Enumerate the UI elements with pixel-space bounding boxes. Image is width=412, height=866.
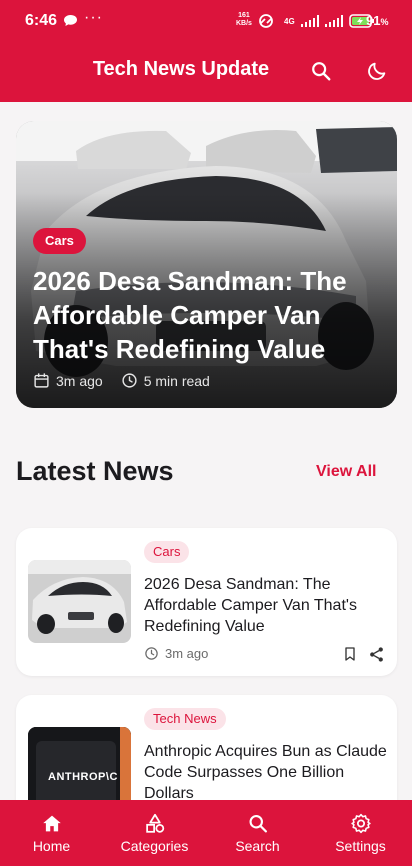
news-category-chip[interactable]: Tech News [144, 708, 226, 730]
dark-mode-toggle[interactable] [361, 55, 393, 87]
thumbnail-text: ANTHROP\C [48, 771, 118, 783]
featured-date: 3m ago [33, 372, 103, 389]
featured-meta: 3m ago 5 min read [33, 372, 228, 389]
home-icon [42, 815, 61, 832]
news-title: 2026 Desa Sandman: The Affordable Camper… [144, 576, 357, 635]
featured-read-time: 5 min read [121, 372, 210, 389]
search-icon [249, 815, 267, 833]
status-time: 6:46 [25, 12, 58, 29]
bottom-navigation: Home Categories Search Settings [0, 800, 412, 866]
chat-bubble-icon [64, 15, 77, 26]
featured-article-card[interactable]: Cars 2026 Desa Sandman: The Affordable C… [16, 121, 397, 408]
featured-title: 2026 Desa Sandman: The Affordable Camper… [33, 266, 347, 364]
search-icon [312, 62, 331, 81]
clock-icon [122, 373, 137, 388]
nav-categories[interactable]: Categories [103, 800, 206, 866]
status-bar: 6:46 ··· 161 KB/s 4G 91% [0, 0, 412, 42]
car-thumbnail-image [28, 560, 131, 643]
top-app-bar: 6:46 ··· 161 KB/s 4G 91% Tech News Updat… [0, 0, 412, 102]
news-thumbnail [28, 560, 131, 643]
nav-settings-label: Settings [335, 838, 386, 854]
news-category-chip[interactable]: Cars [144, 541, 190, 563]
news-actions [342, 645, 385, 663]
clock-icon [145, 647, 158, 660]
hotspot-link-icon [259, 14, 273, 28]
latest-news-heading: Latest News [16, 456, 174, 486]
battery-percent: 91% [366, 13, 389, 28]
signal-icon-2 [324, 15, 343, 27]
nav-settings[interactable]: Settings [309, 800, 412, 866]
bookmark-icon[interactable] [342, 645, 358, 663]
signal-icon [300, 15, 319, 27]
anthropic-thumbnail-image [28, 727, 131, 810]
nav-home-label: Home [32, 838, 71, 854]
settings-icon [350, 813, 371, 834]
search-button[interactable] [305, 55, 337, 87]
nav-search[interactable]: Search [206, 800, 309, 866]
nav-search-label: Search [235, 838, 280, 854]
featured-category-chip[interactable]: Cars [33, 228, 86, 254]
moon-icon [368, 62, 386, 80]
news-title: Anthropic Acquires Bun as Claude Code Su… [144, 743, 387, 802]
view-all-link[interactable]: View All [316, 463, 376, 481]
nav-home[interactable]: Home [0, 800, 103, 866]
status-icons: 4G [256, 12, 375, 30]
calendar-icon [34, 373, 49, 388]
network-speed: 161 KB/s [236, 12, 252, 27]
network-type: 4G [284, 16, 295, 26]
news-card[interactable]: Cars 2026 Desa Sandman: The Affordable C… [16, 528, 397, 676]
news-meta: 3m ago [144, 646, 208, 661]
nav-categories-label: Categories [120, 838, 189, 854]
more-notifications-icon: ··· [84, 9, 103, 26]
categories-icon [145, 813, 164, 833]
share-icon[interactable] [368, 646, 385, 663]
news-thumbnail: ANTHROP\C [28, 727, 131, 810]
